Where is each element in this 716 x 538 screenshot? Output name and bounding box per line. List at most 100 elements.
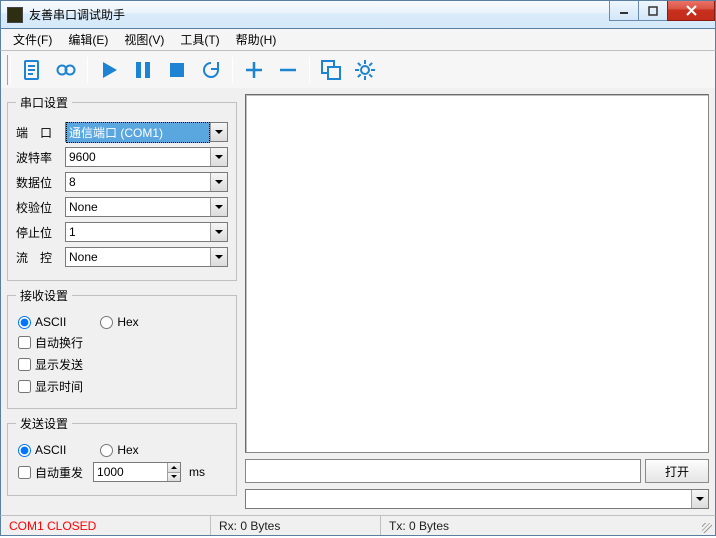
status-tx: Tx: 0 Bytes — [381, 516, 697, 535]
combo-databits-value: 8 — [66, 175, 210, 189]
send-check-auto-repeat[interactable]: 自动重发 — [16, 464, 83, 481]
gear-icon[interactable] — [348, 53, 382, 87]
recv-check-show-time-label: 显示时间 — [35, 378, 83, 395]
send-radio-hex-label: Hex — [117, 443, 138, 457]
toolbar-divider — [309, 57, 310, 83]
window-title: 友善串口调试助手 — [29, 6, 125, 23]
chevron-down-icon[interactable] — [691, 490, 708, 508]
combo-flow-value: None — [66, 250, 210, 264]
menu-edit[interactable]: 编辑(E) — [60, 29, 116, 50]
recv-check-show-tx[interactable]: 显示发送 — [16, 356, 83, 373]
plus-icon[interactable] — [237, 53, 271, 87]
send-check-auto-repeat-input[interactable] — [18, 466, 31, 479]
spin-up-icon[interactable] — [168, 463, 180, 473]
combo-port[interactable]: 通信端口 (COM1) — [65, 122, 228, 142]
right-panel: 打开 — [245, 94, 709, 509]
send-radio-hex-input[interactable] — [100, 444, 113, 457]
send-history-combo[interactable] — [245, 489, 709, 509]
menu-bar: 文件(F) 编辑(E) 视图(V) 工具(T) 帮助(H) — [0, 29, 716, 50]
refresh-icon[interactable] — [194, 53, 228, 87]
label-port: 端 口 — [16, 124, 62, 141]
maximize-button[interactable] — [638, 1, 668, 21]
toolbar-divider — [87, 57, 88, 83]
combo-baud-value: 9600 — [66, 150, 210, 164]
status-rx: Rx: 0 Bytes — [211, 516, 381, 535]
recv-radio-hex-input[interactable] — [100, 316, 113, 329]
chevron-down-icon[interactable] — [210, 223, 227, 241]
toolbar-divider — [232, 57, 233, 83]
menu-help[interactable]: 帮助(H) — [228, 29, 285, 50]
title-bar: 友善串口调试助手 — [0, 0, 716, 29]
combo-parity-value: None — [66, 200, 210, 214]
recv-radio-ascii[interactable]: ASCII — [16, 315, 66, 329]
recv-radio-hex[interactable]: Hex — [98, 315, 138, 329]
recv-check-auto-newline[interactable]: 自动换行 — [16, 334, 83, 351]
chevron-down-icon[interactable] — [210, 148, 227, 166]
label-parity: 校验位 — [16, 199, 62, 216]
open-button[interactable]: 打开 — [645, 459, 709, 483]
recv-check-show-tx-label: 显示发送 — [35, 356, 83, 373]
send-radio-ascii-label: ASCII — [35, 443, 66, 457]
send-check-auto-repeat-label: 自动重发 — [35, 464, 83, 481]
combo-stopbits[interactable]: 1 — [65, 222, 228, 242]
left-panel: 串口设置 端 口 通信端口 (COM1) 波特率 9600 — [7, 94, 237, 509]
label-stopbits: 停止位 — [16, 224, 62, 241]
send-radio-ascii-input[interactable] — [18, 444, 31, 457]
recv-radio-ascii-input[interactable] — [18, 316, 31, 329]
status-bar: COM1 CLOSED Rx: 0 Bytes Tx: 0 Bytes — [0, 515, 716, 536]
recv-check-auto-newline-label: 自动换行 — [35, 334, 83, 351]
close-button[interactable] — [667, 1, 715, 21]
group-send-title: 发送设置 — [16, 415, 72, 432]
resize-grip-icon[interactable] — [697, 516, 715, 535]
menu-view[interactable]: 视图(V) — [116, 29, 172, 50]
recv-check-show-tx-input[interactable] — [18, 358, 31, 371]
group-receive-title: 接收设置 — [16, 287, 72, 304]
combo-baud[interactable]: 9600 — [65, 147, 228, 167]
label-databits: 数据位 — [16, 174, 62, 191]
record-tape-icon[interactable] — [49, 53, 83, 87]
send-radio-hex[interactable]: Hex — [98, 443, 138, 457]
toolbar — [0, 50, 716, 88]
combo-parity[interactable]: None — [65, 197, 228, 217]
group-serial-title: 串口设置 — [16, 94, 72, 111]
status-port-state: COM1 CLOSED — [1, 516, 211, 535]
menu-tools[interactable]: 工具(T) — [172, 29, 227, 50]
combo-databits[interactable]: 8 — [65, 172, 228, 192]
document-icon[interactable] — [15, 53, 49, 87]
toolbar-grip — [7, 55, 11, 85]
group-serial-settings: 串口设置 端 口 通信端口 (COM1) 波特率 9600 — [7, 94, 237, 281]
send-textarea[interactable] — [245, 459, 641, 483]
combo-stopbits-value: 1 — [66, 225, 210, 239]
pause-icon[interactable] — [126, 53, 160, 87]
label-flow: 流 控 — [16, 249, 62, 266]
send-interval-unit: ms — [189, 465, 205, 479]
recv-check-show-time[interactable]: 显示时间 — [16, 378, 83, 395]
receive-textarea[interactable] — [245, 94, 709, 453]
recv-radio-hex-label: Hex — [117, 315, 138, 329]
group-send-settings: 发送设置 ASCII Hex 自动重发 — [7, 415, 237, 496]
play-icon[interactable] — [92, 53, 126, 87]
cascade-windows-icon[interactable] — [314, 53, 348, 87]
group-receive-settings: 接收设置 ASCII Hex 自动换行 — [7, 287, 237, 409]
label-baud: 波特率 — [16, 149, 62, 166]
spin-down-icon[interactable] — [168, 473, 180, 482]
window-buttons — [610, 1, 715, 21]
minus-icon[interactable] — [271, 53, 305, 87]
send-interval-spin[interactable] — [93, 462, 181, 482]
minimize-button[interactable] — [609, 1, 639, 21]
stop-icon[interactable] — [160, 53, 194, 87]
chevron-down-icon[interactable] — [210, 173, 227, 191]
combo-port-value: 通信端口 (COM1) — [66, 122, 210, 143]
recv-check-show-time-input[interactable] — [18, 380, 31, 393]
menu-file[interactable]: 文件(F) — [5, 29, 60, 50]
recv-radio-ascii-label: ASCII — [35, 315, 66, 329]
chevron-down-icon[interactable] — [210, 198, 227, 216]
chevron-down-icon[interactable] — [210, 123, 227, 141]
recv-check-auto-newline-input[interactable] — [18, 336, 31, 349]
send-interval-input[interactable] — [94, 465, 167, 479]
send-radio-ascii[interactable]: ASCII — [16, 443, 66, 457]
combo-flow[interactable]: None — [65, 247, 228, 267]
chevron-down-icon[interactable] — [210, 248, 227, 266]
app-icon — [7, 7, 23, 23]
content-area: 串口设置 端 口 通信端口 (COM1) 波特率 9600 — [0, 88, 716, 515]
